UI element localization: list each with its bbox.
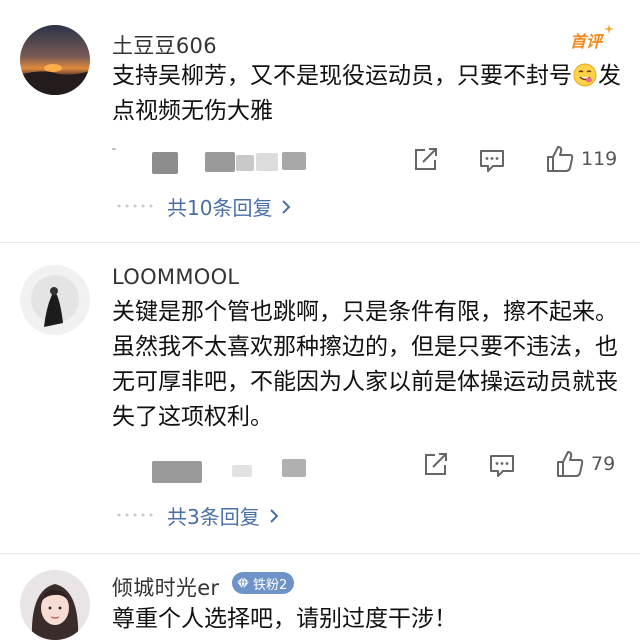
blurred-text <box>205 152 235 172</box>
chevron-right-icon <box>270 508 279 523</box>
avatar-user-2[interactable] <box>20 265 90 335</box>
comment-button-1[interactable] <box>478 146 506 174</box>
comment-text-1: 支持吴柳芳，又不是现役运动员，只要不封号 发点视频无伤大雅 <box>112 59 627 129</box>
comment-item-3: 倾城时光er 铁粉2 尊重个人选择吧，请别过度干涉！ <box>0 554 640 640</box>
sparkle-icon <box>604 24 614 34</box>
fan-level-badge: 铁粉2 <box>232 572 295 594</box>
blurred-text <box>152 152 178 174</box>
replies-count-label-2: 共3条回复 <box>167 505 260 529</box>
comment-item-2: LOOMMOOL 关键是那个管也跳啊，只是条件有限，擦不起来。虽然我不太喜欢那种… <box>0 243 640 553</box>
view-replies-link-2[interactable]: 共3条回复 <box>115 501 280 530</box>
like-button-2[interactable]: 79 <box>555 449 615 479</box>
comment-button-2[interactable] <box>488 451 516 479</box>
blurred-text <box>152 461 202 483</box>
comment-text-1-part1: 支持吴柳芳，又不是现役运动员，只要不封号 <box>112 63 572 89</box>
blurred-text <box>282 459 306 477</box>
like-button-1[interactable]: 119 <box>545 144 617 174</box>
thumbs-up-icon <box>557 451 584 477</box>
comment-text-2: 关键是那个管也跳啊，只是条件有限，擦不起来。虽然我不太喜欢那种擦边的，但是只要不… <box>112 299 618 430</box>
comment-bubble-icon <box>480 150 504 172</box>
share-square-icon <box>425 453 447 475</box>
comment-item-1: 土豆豆606 首评 支持吴柳芳，又不是现役运动员，只要不封号 发点视频无伤大雅 <box>0 0 640 242</box>
blurred-text <box>232 465 252 477</box>
chevron-right-icon <box>282 199 291 214</box>
username-3[interactable]: 倾城时光er <box>112 572 219 602</box>
avatar-user-3[interactable] <box>20 570 90 640</box>
repost-button-2[interactable] <box>421 451 449 479</box>
replies-count-label-1: 共10条回复 <box>167 196 273 220</box>
thumbs-up-icon <box>547 146 574 172</box>
username-1[interactable]: 土豆豆606 <box>112 30 217 60</box>
like-count-1: 119 <box>581 148 618 170</box>
blurred-text <box>282 152 306 170</box>
view-replies-link-1[interactable]: 共10条回复 <box>115 192 292 221</box>
diamond-icon <box>237 576 249 590</box>
first-comment-badge-label: 首评 <box>570 32 603 51</box>
yummy-emoji-icon <box>573 63 597 87</box>
avatar-user-1[interactable] <box>20 25 90 95</box>
username-2[interactable]: LOOMMOOL <box>112 265 239 289</box>
share-square-icon <box>415 148 437 170</box>
comment-text-3: 尊重个人选择吧，请别过度干涉！ <box>112 606 457 632</box>
blurred-text <box>112 148 116 150</box>
portrait-avatar-image <box>20 570 90 640</box>
repost-button-1[interactable] <box>411 146 439 174</box>
comment-bubble-icon <box>490 455 514 477</box>
first-comment-badge: 首评 <box>570 24 614 52</box>
sunset-avatar-image <box>20 25 90 95</box>
blurred-text <box>256 153 278 171</box>
fan-level-label: 铁粉2 <box>253 577 288 593</box>
blurred-text <box>236 155 254 171</box>
silhouette-avatar-image <box>20 265 90 335</box>
like-count-2: 79 <box>591 453 616 475</box>
